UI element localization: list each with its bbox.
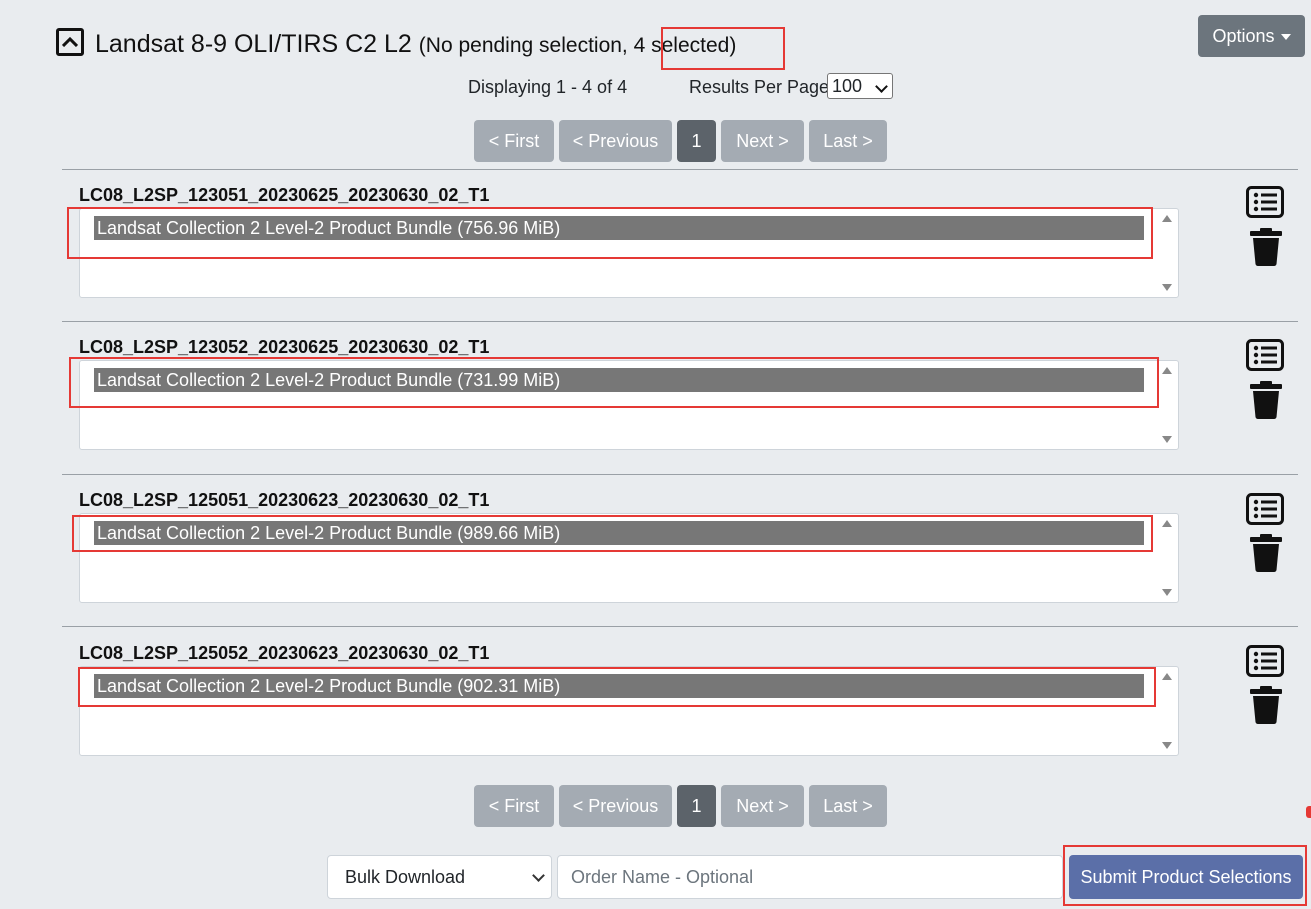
- results-per-page-select[interactable]: 100: [827, 73, 893, 99]
- divider: [62, 169, 1298, 170]
- order-name-input[interactable]: [557, 855, 1063, 899]
- scene-id: LC08_L2SP_125051_20230623_20230630_02_T1: [79, 490, 490, 510]
- list-details-icon[interactable]: [1246, 186, 1284, 218]
- product-highlight: [67, 207, 1153, 259]
- chevron-down-icon: [875, 80, 888, 93]
- results-per-page-label: Results Per Page:: [689, 77, 835, 97]
- product-highlight: [69, 357, 1159, 408]
- scroll-down-icon[interactable]: [1162, 589, 1172, 596]
- current-page-button[interactable]: 1: [677, 785, 716, 827]
- edge-marker: [1306, 806, 1311, 818]
- scroll-up-icon[interactable]: [1162, 215, 1172, 222]
- product-highlight: [78, 667, 1156, 707]
- caret-down-icon: [1280, 34, 1291, 40]
- chevron-up-icon[interactable]: [56, 28, 84, 56]
- pagination-bottom: < First < Previous 1 Next > Last >: [474, 785, 887, 827]
- first-page-button[interactable]: < First: [474, 785, 554, 827]
- divider: [62, 321, 1298, 322]
- trash-icon[interactable]: [1249, 533, 1283, 573]
- scroll-down-icon[interactable]: [1162, 742, 1172, 749]
- results-per-page-value: 100: [832, 76, 863, 96]
- list-details-icon[interactable]: [1246, 339, 1284, 371]
- selection-count-highlight: [661, 27, 785, 70]
- submit-highlight: [1063, 845, 1307, 906]
- current-page-button[interactable]: 1: [677, 120, 716, 162]
- download-type-value: Bulk Download: [345, 867, 466, 887]
- list-details-icon[interactable]: [1246, 645, 1284, 677]
- download-type-select[interactable]: Bulk Download: [327, 855, 552, 899]
- previous-page-button[interactable]: < Previous: [559, 785, 672, 827]
- next-page-button[interactable]: Next >: [721, 785, 804, 827]
- scene-id: LC08_L2SP_125052_20230623_20230630_02_T1: [79, 643, 490, 663]
- collection-title: Landsat 8-9 OLI/TIRS C2 L2: [95, 30, 412, 58]
- list-details-icon[interactable]: [1246, 493, 1284, 525]
- scroll-up-icon[interactable]: [1162, 520, 1172, 527]
- pagination-top: < First < Previous 1 Next > Last >: [474, 120, 887, 162]
- trash-icon[interactable]: [1249, 380, 1283, 420]
- page-title: Landsat 8-9 OLI/TIRS C2 L2 (No pending s…: [95, 28, 736, 62]
- chevron-down-icon: [532, 869, 545, 882]
- previous-page-button[interactable]: < Previous: [559, 120, 672, 162]
- scroll-down-icon[interactable]: [1162, 436, 1172, 443]
- divider: [62, 626, 1298, 627]
- scroll-up-icon[interactable]: [1162, 367, 1172, 374]
- trash-icon[interactable]: [1249, 227, 1283, 267]
- options-label: Options: [1212, 25, 1275, 46]
- scene-id: LC08_L2SP_123052_20230625_20230630_02_T1: [79, 337, 490, 357]
- options-button[interactable]: Options: [1198, 15, 1305, 57]
- last-page-button[interactable]: Last >: [809, 785, 887, 827]
- last-page-button[interactable]: Last >: [809, 120, 887, 162]
- trash-icon[interactable]: [1249, 685, 1283, 725]
- next-page-button[interactable]: Next >: [721, 120, 804, 162]
- first-page-button[interactable]: < First: [474, 120, 554, 162]
- product-highlight: [72, 515, 1153, 552]
- scroll-down-icon[interactable]: [1162, 284, 1172, 291]
- scroll-up-icon[interactable]: [1162, 673, 1172, 680]
- displaying-text: Displaying 1 - 4 of 4: [468, 77, 628, 97]
- divider: [62, 474, 1298, 475]
- selection-prefix: (No pending selection,: [418, 34, 634, 57]
- scene-id: LC08_L2SP_123051_20230625_20230630_02_T1: [79, 185, 490, 205]
